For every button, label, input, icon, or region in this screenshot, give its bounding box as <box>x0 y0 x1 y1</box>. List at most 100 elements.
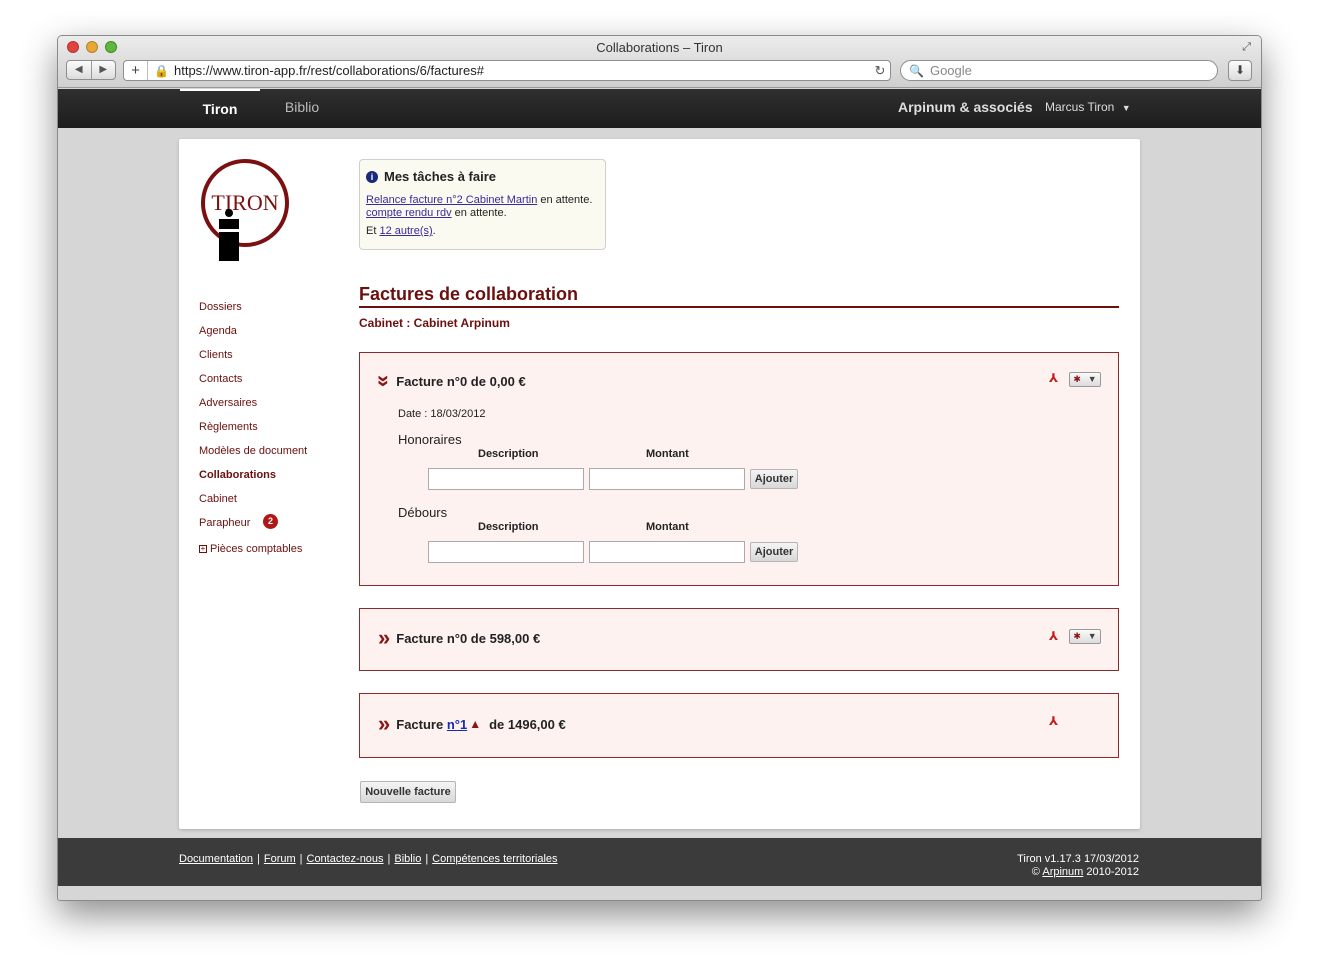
copyright-prefix: © <box>1031 866 1043 878</box>
warning-icon: ▲ <box>469 717 482 731</box>
footer-link-contact[interactable]: Contactez-nous <box>307 853 384 865</box>
sidebar-item-pieces[interactable]: + Pièces comptables <box>199 543 349 567</box>
sidebar-item-agenda[interactable]: Agenda <box>199 325 349 349</box>
caret-down-icon: ▼ <box>1087 374 1097 384</box>
task-link[interactable]: Relance facture n°2 Cabinet Martin <box>366 194 537 206</box>
info-icon: i <box>366 170 378 183</box>
sidebar-item-collaborations[interactable]: Collaborations <box>199 469 349 493</box>
task-status: en attente. <box>451 207 507 219</box>
more-tasks-link[interactable]: 12 autre(s) <box>379 225 432 237</box>
invoice-header[interactable]: » Facture n°1 ▲ de 1496,00 € <box>378 713 566 735</box>
task-line: Relance facture n°2 Cabinet Martin en at… <box>366 194 599 207</box>
back-arrow-icon[interactable]: ◀ <box>67 61 92 79</box>
page-title: Factures de collaboration <box>359 284 1119 308</box>
sidebar-item-adversaires[interactable]: Adversaires <box>199 397 349 421</box>
tab-tiron[interactable]: Tiron <box>180 89 260 128</box>
history-nav: ◀ ▶ <box>66 60 116 80</box>
search-input[interactable]: 🔍 Google <box>900 60 1218 81</box>
task-link[interactable]: compte rendu rdv <box>366 207 452 219</box>
tasks-panel: i Mes tâches à faire Relance facture n°2… <box>359 159 606 250</box>
fullscreen-icon[interactable]: ⤢ <box>1242 40 1251 54</box>
separator: | <box>425 853 429 865</box>
gear-icon: ✱ <box>1073 631 1081 641</box>
footer: Documentation | Forum | Contactez-nous | Bibli… <box>58 838 1261 886</box>
separator: | <box>299 853 303 865</box>
invoice-number-link[interactable]: n°1 <box>447 717 467 732</box>
browser-window: Collaborations – Tiron ⤢ ◀ ▶ + 🔒 https:/… <box>57 35 1262 901</box>
debours-montant-input[interactable] <box>589 541 745 563</box>
invoice-header[interactable]: » Facture n°0 de 598,00 € <box>378 627 541 649</box>
pdf-icon[interactable]: ⅄ <box>1049 714 1058 728</box>
invoice-title-prefix: Facture <box>396 716 447 732</box>
firm-name[interactable]: Arpinum & associés <box>898 89 1033 126</box>
sidebar-item-dossiers[interactable]: Dossiers <box>199 301 349 325</box>
debours-label: Débours <box>398 505 448 520</box>
title-bar: Collaborations – Tiron ⤢ ◀ ▶ + 🔒 https:/… <box>58 36 1261 88</box>
sidebar-menu: Dossiers Agenda Clients Contacts Adversa… <box>199 301 349 567</box>
footer-link-biblio[interactable]: Biblio <box>394 853 421 865</box>
sidebar-item-contacts[interactable]: Contacts <box>199 373 349 397</box>
sidebar-item-parapheur[interactable]: Parapheur 2 <box>199 514 349 541</box>
montant-column-label: Montant <box>646 448 689 460</box>
actions-menu-button[interactable]: ✱ ▼ <box>1069 629 1101 644</box>
sidebar-item-modeles[interactable]: Modèles de document <box>199 445 349 469</box>
forward-arrow-icon[interactable]: ▶ <box>92 61 116 79</box>
invoice-date: Date : 18/03/2012 <box>398 408 486 420</box>
svg-text:TIRON: TIRON <box>211 190 278 215</box>
notification-badge: 2 <box>263 514 278 529</box>
version-text: Tiron v1.17.3 17/03/2012 <box>1017 853 1139 865</box>
search-icon: 🔍 <box>909 63 924 78</box>
chevron-down-icon[interactable]: » <box>372 375 397 387</box>
invoice-title: Facture n°0 de 598,00 € <box>396 630 541 646</box>
copyright-suffix: 2010-2012 <box>1083 866 1139 878</box>
address-bar[interactable]: + 🔒 https://www.tiron-app.fr/rest/collab… <box>123 60 891 81</box>
honoraires-description-input[interactable] <box>428 468 584 490</box>
copyright: © Arpinum 2010-2012 <box>1017 866 1139 879</box>
description-column-label: Description <box>478 448 539 460</box>
tiron-logo-icon: TIRON <box>201 159 289 261</box>
user-menu[interactable]: Marcus Tiron ▼ <box>1045 89 1131 127</box>
new-invoice-button[interactable]: Nouvelle facture <box>360 781 456 803</box>
invoice-title-suffix: de 1496,00 € <box>489 716 566 732</box>
invoice-title: Facture n°0 de 0,00 € <box>396 373 526 389</box>
invoice-panel: » Facture n°0 de 598,00 € ⅄ ✱ ▼ <box>359 608 1119 671</box>
reload-icon[interactable]: ↻ <box>870 63 890 79</box>
downloads-button[interactable]: ⬇ <box>1228 60 1252 81</box>
lock-icon: 🔒 <box>154 63 169 78</box>
invoice-header[interactable]: » Facture n°0 de 0,00 € <box>372 373 526 389</box>
footer-link-forum[interactable]: Forum <box>264 853 296 865</box>
sidebar-item-label: Parapheur <box>199 517 251 529</box>
window-title: Collaborations – Tiron <box>596 40 723 55</box>
footer-link-competences[interactable]: Compétences territoriales <box>432 853 557 865</box>
url-text[interactable]: https://www.tiron-app.fr/rest/collaborat… <box>174 63 870 78</box>
tab-biblio[interactable]: Biblio <box>272 89 332 128</box>
actions-menu-button[interactable]: ✱ ▼ <box>1069 372 1101 387</box>
separator: | <box>387 853 391 865</box>
add-debours-button[interactable]: Ajouter <box>750 542 798 562</box>
add-honoraire-button[interactable]: Ajouter <box>750 469 798 489</box>
separator: | <box>257 853 260 865</box>
tasks-title: Mes tâches à faire <box>384 169 497 184</box>
app-navbar: Tiron Biblio Arpinum & associés Marcus T… <box>58 89 1261 128</box>
add-bookmark-icon[interactable]: + <box>124 61 148 80</box>
invoice-panel: » Facture n°1 ▲ de 1496,00 € ⅄ <box>359 693 1119 758</box>
sidebar-item-cabinet[interactable]: Cabinet <box>199 493 349 517</box>
pdf-icon[interactable]: ⅄ <box>1049 629 1058 643</box>
footer-link-documentation[interactable]: Documentation <box>179 853 253 865</box>
arpinum-link[interactable]: Arpinum <box>1042 866 1083 878</box>
montant-column-label: Montant <box>646 521 689 533</box>
sidebar-item-reglements[interactable]: Règlements <box>199 421 349 445</box>
sidebar-item-clients[interactable]: Clients <box>199 349 349 373</box>
expand-icon: + <box>199 544 207 553</box>
pdf-icon[interactable]: ⅄ <box>1049 371 1058 385</box>
invoice-panel: » Facture n°0 de 0,00 € ⅄ ✱ ▼ Date : 18/0… <box>359 352 1119 586</box>
task-more-suffix: . <box>432 225 436 237</box>
search-placeholder: Google <box>929 63 972 78</box>
caret-down-icon: ▼ <box>1121 103 1131 113</box>
download-icon: ⬇ <box>1234 63 1246 77</box>
honoraires-montant-input[interactable] <box>589 468 745 490</box>
chevron-right-icon[interactable]: » <box>378 627 390 649</box>
chevron-right-icon[interactable]: » <box>378 713 390 735</box>
footer-links: Documentation | Forum | Contactez-nous | Bibli… <box>179 853 558 865</box>
debours-description-input[interactable] <box>428 541 584 563</box>
